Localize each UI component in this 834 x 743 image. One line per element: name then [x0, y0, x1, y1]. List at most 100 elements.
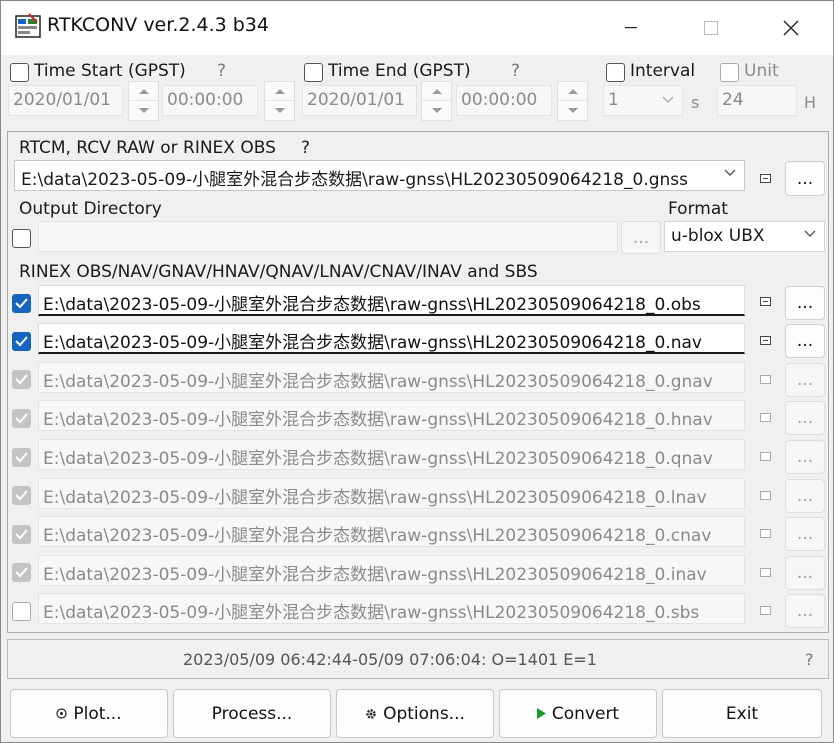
window-title: RTKCONV ver.2.4.3 b34 — [47, 14, 269, 36]
status-bar: 2023/05/09 06:42:44-05/09 07:06:04: O=14… — [7, 639, 829, 679]
rinex-obs-field[interactable]: E:\data\2023-05-09-小腿室外混合步态数据\raw-gnss\H… — [38, 285, 745, 316]
spin-down-icon[interactable] — [129, 101, 158, 120]
rinex-qnav-checkbox[interactable] — [12, 448, 31, 467]
rinex-lnav-checkbox[interactable] — [12, 486, 31, 505]
input-file-select[interactable]: E:\data\2023-05-09-小腿室外混合步态数据\raw-gnss\H… — [14, 160, 745, 191]
exit-button[interactable]: Exit — [662, 689, 822, 738]
rinex-qnav-browse-button[interactable]: ... — [785, 440, 825, 474]
rinex-gnav-field[interactable]: E:\data\2023-05-09-小腿室外混合步态数据\raw-gnss\H… — [38, 362, 745, 393]
interval-checkbox[interactable] — [606, 63, 625, 82]
spin-down-icon[interactable] — [558, 101, 587, 120]
rinex-obs-checkbox[interactable] — [12, 294, 31, 313]
view-file-icon[interactable] — [760, 452, 771, 461]
view-file-icon[interactable] — [760, 491, 771, 500]
interval-value: 1 — [608, 90, 619, 110]
view-file-icon[interactable] — [760, 568, 771, 577]
rinex-sbs-field[interactable]: E:\data\2023-05-09-小腿室外混合步态数据\raw-gnss\H… — [38, 593, 745, 624]
chevron-down-icon — [804, 230, 816, 237]
output-directory-checkbox[interactable] — [12, 229, 31, 248]
rinex-lnav-browse-button[interactable]: ... — [785, 479, 825, 513]
interval-unit-label: s — [691, 93, 700, 112]
start-date-spinner[interactable] — [128, 81, 159, 121]
end-date-spinner[interactable] — [421, 81, 452, 121]
unit-suffix-label: H — [804, 93, 817, 112]
view-file-icon[interactable] — [760, 606, 771, 615]
view-file-icon[interactable] — [760, 375, 771, 384]
spin-down-icon[interactable] — [265, 101, 294, 120]
input-help[interactable]: ? — [301, 138, 310, 158]
spin-up-icon[interactable] — [129, 82, 158, 101]
exit-button-label: Exit — [725, 703, 759, 724]
rinex-sbs-browse-button[interactable]: ... — [785, 594, 825, 628]
close-button[interactable] — [761, 1, 821, 55]
options-button-label: Options... — [383, 703, 465, 724]
status-text: 2023/05/09 06:42:44-05/09 07:06:04: O=14… — [183, 650, 597, 669]
minimize-button[interactable] — [601, 1, 661, 55]
spin-up-icon[interactable] — [558, 82, 587, 101]
options-button[interactable]: Options... — [336, 689, 494, 738]
rinex-cnav-field[interactable]: E:\data\2023-05-09-小腿室外混合步态数据\raw-gnss\H… — [38, 516, 745, 547]
unit-value-field[interactable]: 24 — [717, 85, 797, 116]
view-file-icon[interactable] — [760, 174, 771, 183]
maximize-button[interactable] — [681, 1, 741, 55]
view-file-icon[interactable] — [760, 297, 771, 306]
chevron-down-icon — [724, 169, 736, 176]
status-help[interactable]: ? — [805, 650, 814, 669]
interval-label: Interval — [630, 61, 696, 81]
rinex-obs-browse-button[interactable]: ... — [785, 286, 825, 320]
end-date-field[interactable]: 2020/01/01 — [302, 85, 417, 116]
rinex-lnav-field[interactable]: E:\data\2023-05-09-小腿室外混合步态数据\raw-gnss\H… — [38, 478, 745, 509]
rinex-cnav-checkbox[interactable] — [12, 525, 31, 544]
unit-checkbox[interactable] — [720, 63, 739, 82]
rinex-nav-checkbox[interactable] — [12, 332, 31, 351]
view-file-icon[interactable] — [760, 413, 771, 422]
rinex-inav-checkbox[interactable] — [12, 563, 31, 582]
plot-icon — [56, 708, 67, 719]
format-select[interactable]: u-blox UBX — [664, 221, 825, 252]
start-date-field[interactable]: 2020/01/01 — [8, 85, 123, 116]
input-label: RTCM, RCV RAW or RINEX OBS — [19, 138, 276, 158]
rinex-inav-browse-button[interactable]: ... — [785, 556, 825, 590]
rinex-gnav-browse-button[interactable]: ... — [785, 363, 825, 397]
output-browse-button[interactable]: ... — [621, 221, 661, 254]
title-bar: RTKCONV ver.2.4.3 b34 — [1, 1, 833, 55]
time-end-help[interactable]: ? — [511, 61, 520, 81]
rinex-nav-field[interactable]: E:\data\2023-05-09-小腿室外混合步态数据\raw-gnss\H… — [38, 323, 745, 354]
rinex-hnav-checkbox[interactable] — [12, 409, 31, 428]
view-file-icon[interactable] — [760, 529, 771, 538]
rinex-qnav-field[interactable]: E:\data\2023-05-09-小腿室外混合步态数据\raw-gnss\H… — [38, 439, 745, 470]
interval-select[interactable]: 1 — [603, 85, 683, 116]
play-icon — [536, 708, 546, 719]
input-browse-button[interactable]: ... — [785, 161, 825, 196]
chevron-down-icon — [662, 96, 674, 103]
rinex-hnav-browse-button[interactable]: ... — [785, 401, 825, 435]
convert-button[interactable]: Convert — [499, 689, 657, 738]
unit-label: Unit — [744, 61, 779, 81]
spin-up-icon[interactable] — [422, 82, 451, 101]
time-start-checkbox[interactable] — [10, 63, 29, 82]
output-directory-label: Output Directory — [19, 199, 162, 219]
output-directory-field[interactable] — [38, 221, 618, 252]
end-time-spinner[interactable] — [557, 81, 588, 121]
spin-down-icon[interactable] — [422, 101, 451, 120]
view-file-icon[interactable] — [760, 336, 771, 345]
start-time-spinner[interactable] — [264, 81, 295, 121]
spin-up-icon[interactable] — [265, 82, 294, 101]
process-button-label: Process... — [211, 703, 293, 724]
time-start-help[interactable]: ? — [217, 61, 226, 81]
process-button[interactable]: Process... — [173, 689, 331, 738]
format-label: Format — [668, 199, 728, 219]
rinex-cnav-browse-button[interactable]: ... — [785, 517, 825, 551]
rinex-hnav-field[interactable]: E:\data\2023-05-09-小腿室外混合步态数据\raw-gnss\H… — [38, 400, 745, 431]
time-end-checkbox[interactable] — [304, 63, 323, 82]
rinex-gnav-checkbox[interactable] — [12, 370, 31, 389]
time-start-label: Time Start (GPST) — [34, 61, 186, 81]
rinex-nav-browse-button[interactable]: ... — [785, 324, 825, 358]
start-time-field[interactable]: 00:00:00 — [162, 85, 258, 116]
app-icon — [15, 13, 41, 39]
plot-button[interactable]: Plot... — [10, 689, 168, 738]
plot-button-label: Plot... — [73, 703, 122, 724]
rinex-inav-field[interactable]: E:\data\2023-05-09-小腿室外混合步态数据\raw-gnss\H… — [38, 555, 745, 586]
rinex-sbs-checkbox[interactable] — [12, 602, 31, 621]
end-time-field[interactable]: 00:00:00 — [456, 85, 552, 116]
